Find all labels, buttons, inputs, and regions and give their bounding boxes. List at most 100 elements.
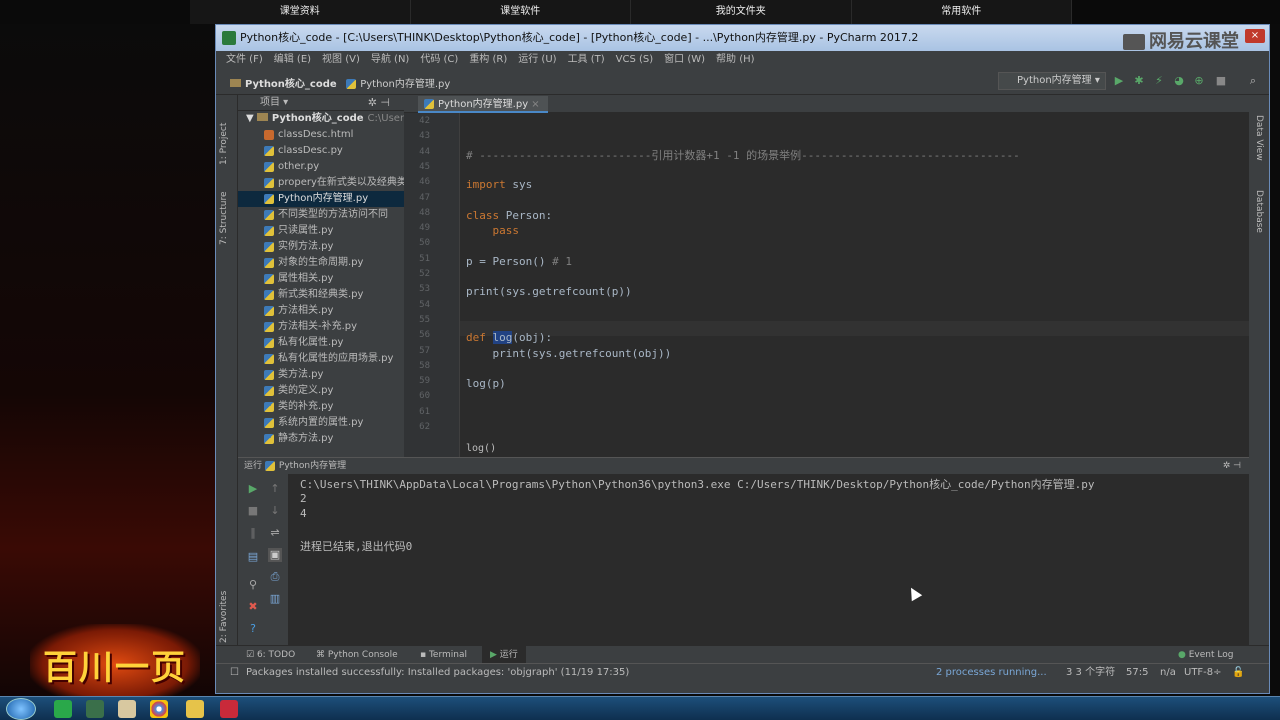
menu-navigate[interactable]: 导航 (N): [371, 51, 409, 69]
status-message[interactable]: Packages installed successfully: Install…: [246, 664, 629, 682]
tab-course-materials[interactable]: 课堂资料: [190, 0, 411, 24]
tab-course-software[interactable]: 课堂软件: [410, 0, 631, 24]
python-file-icon: [264, 306, 274, 316]
file-tree-item[interactable]: 类的补充.py: [238, 399, 404, 415]
menu-view[interactable]: 视图 (V): [322, 51, 360, 69]
file-tree-item[interactable]: classDesc.py: [238, 143, 404, 159]
help-icon[interactable]: ?: [246, 622, 260, 636]
close-button[interactable]: ×: [1245, 29, 1265, 43]
menu-help[interactable]: 帮助 (H): [716, 51, 755, 69]
stop-icon[interactable]: ■: [246, 504, 260, 518]
code-area[interactable]: # --------------------------引用计数器+1 -1 的…: [466, 113, 1244, 457]
tab-common-software[interactable]: 常用软件: [851, 0, 1072, 24]
soft-wrap-icon[interactable]: ⇌: [268, 526, 282, 540]
run-config-select[interactable]: Python内存管理 ▾: [998, 72, 1106, 90]
tab-my-folder[interactable]: 我的文件夹: [631, 0, 852, 24]
menu-edit[interactable]: 编辑 (E): [274, 51, 311, 69]
taskbar-app-icon[interactable]: [86, 700, 104, 718]
event-log-label: Event Log: [1188, 650, 1234, 660]
menu-run[interactable]: 运行 (U): [518, 51, 556, 69]
stop-icon[interactable]: ■: [1214, 74, 1228, 88]
close-icon[interactable]: ✖: [246, 600, 260, 614]
menu-vcs[interactable]: VCS (S): [616, 51, 654, 69]
search-icon[interactable]: ⌕: [1246, 74, 1260, 88]
menu-code[interactable]: 代码 (C): [420, 51, 458, 69]
processes-indicator[interactable]: 2 processes running...: [936, 664, 1047, 682]
file-tree-item[interactable]: 属性相关.py: [238, 271, 404, 287]
database-tab[interactable]: Database: [1254, 190, 1264, 233]
line-separator[interactable]: n/a: [1160, 664, 1176, 682]
pause-icon[interactable]: ‖: [246, 526, 260, 540]
menu-window[interactable]: 窗口 (W): [664, 51, 705, 69]
rerun-icon[interactable]: ▶: [246, 482, 260, 496]
terminal-tab[interactable]: ▪ Terminal: [420, 646, 467, 664]
python-file-icon: [346, 79, 357, 89]
breadcrumb-project[interactable]: Python核心_code: [245, 79, 337, 90]
line-number: 48: [419, 207, 430, 218]
pin-icon[interactable]: ⚲: [246, 578, 260, 592]
structure-tool-tab[interactable]: 7: Structure: [219, 192, 229, 246]
todo-tab[interactable]: ☑ 6: TODO: [246, 646, 295, 664]
project-tool-tab[interactable]: 1: Project: [219, 123, 229, 165]
file-tree-item[interactable]: 只读属性.py: [238, 223, 404, 239]
file-tree-item[interactable]: 不同类型的方法访问不同: [238, 207, 404, 223]
data-view-tab[interactable]: Data View: [1254, 115, 1264, 161]
taskbar-app-icon[interactable]: [220, 700, 238, 718]
file-tree-item[interactable]: 对象的生命周期.py: [238, 255, 404, 271]
project-panel-title[interactable]: 项目: [260, 97, 280, 108]
gear-icon[interactable]: ✲ ⊣: [368, 95, 390, 111]
favorites-tool-tab[interactable]: 2: Favorites: [219, 591, 229, 643]
console-line: C:\Users\THINK\AppData\Local\Programs\Py…: [300, 478, 1095, 491]
file-tree-item[interactable]: 私有化属性.py: [238, 335, 404, 351]
event-log-tab[interactable]: ● Event Log: [1178, 646, 1233, 664]
concurrency-icon[interactable]: ⊕: [1192, 74, 1206, 88]
start-button[interactable]: [6, 698, 36, 720]
breadcrumb-file[interactable]: Python内存管理.py: [360, 79, 450, 90]
tree-root[interactable]: ▼ Python核心_codeC:\Users: [238, 111, 404, 127]
file-tree-item[interactable]: propery在新式类以及经典类: [238, 175, 404, 191]
chrome-icon[interactable]: [150, 700, 168, 718]
print-icon[interactable]: ▣: [268, 548, 282, 562]
file-tree-item[interactable]: 类的定义.py: [238, 383, 404, 399]
python-console-tab[interactable]: ⌘ Python Console: [316, 646, 398, 664]
up-arrow-icon[interactable]: ↑: [268, 482, 282, 496]
run-icon[interactable]: ▶: [1112, 74, 1126, 88]
code-comment: # --------------------------引用计数器+1 -1 的…: [466, 149, 1020, 162]
taskbar-app-icon[interactable]: [54, 700, 72, 718]
run-tab[interactable]: ▶ 运行: [482, 646, 526, 664]
layout-icon[interactable]: ▤: [246, 550, 260, 564]
taskbar-app-icon[interactable]: [186, 700, 204, 718]
cursor-position[interactable]: 57:5: [1126, 664, 1148, 682]
file-tree-item[interactable]: other.py: [238, 159, 404, 175]
encoding[interactable]: UTF-8÷: [1184, 664, 1222, 682]
file-tree-item[interactable]: 静态方法.py: [238, 431, 404, 447]
menu-tools[interactable]: 工具 (T): [568, 51, 605, 69]
taskbar-app-icon[interactable]: [118, 700, 136, 718]
coverage-icon[interactable]: ⚡: [1152, 74, 1166, 88]
down-arrow-icon[interactable]: ↓: [268, 504, 282, 518]
file-tree-item[interactable]: 方法相关.py: [238, 303, 404, 319]
console-output[interactable]: C:\Users\THINK\AppData\Local\Programs\Py…: [300, 476, 1240, 554]
status-square-icon[interactable]: ☐: [230, 664, 239, 682]
editor-breadcrumb[interactable]: log(): [466, 443, 496, 457]
lock-icon[interactable]: 🔓: [1232, 664, 1244, 682]
file-tree-item[interactable]: Python内存管理.py: [238, 191, 404, 207]
file-tree-item[interactable]: 私有化属性的应用场景.py: [238, 351, 404, 367]
debug-icon[interactable]: ✱: [1132, 74, 1146, 88]
file-tree-item[interactable]: classDesc.html: [238, 127, 404, 143]
file-tree-item[interactable]: 类方法.py: [238, 367, 404, 383]
file-tree-item[interactable]: 方法相关-补充.py: [238, 319, 404, 335]
watermark-logo-icon: [1123, 34, 1145, 50]
menu-refactor[interactable]: 重构 (R): [469, 51, 507, 69]
file-tree-item[interactable]: 实例方法.py: [238, 239, 404, 255]
file-tree-item[interactable]: 系统内置的属性.py: [238, 415, 404, 431]
file-tree-item[interactable]: 新式类和经典类.py: [238, 287, 404, 303]
profile-icon[interactable]: ◕: [1172, 74, 1186, 88]
run-config-label: Python内存管理: [1017, 75, 1092, 86]
menu-file[interactable]: 文件 (F): [226, 51, 263, 69]
close-tab-icon[interactable]: ×: [531, 99, 539, 110]
settings-icon[interactable]: ✲ ⊣: [1223, 458, 1241, 474]
trash-icon[interactable]: ▥: [268, 592, 282, 606]
editor-tab-active[interactable]: Python内存管理.py ×: [418, 96, 548, 113]
print-output-icon[interactable]: ⎙: [268, 570, 282, 584]
